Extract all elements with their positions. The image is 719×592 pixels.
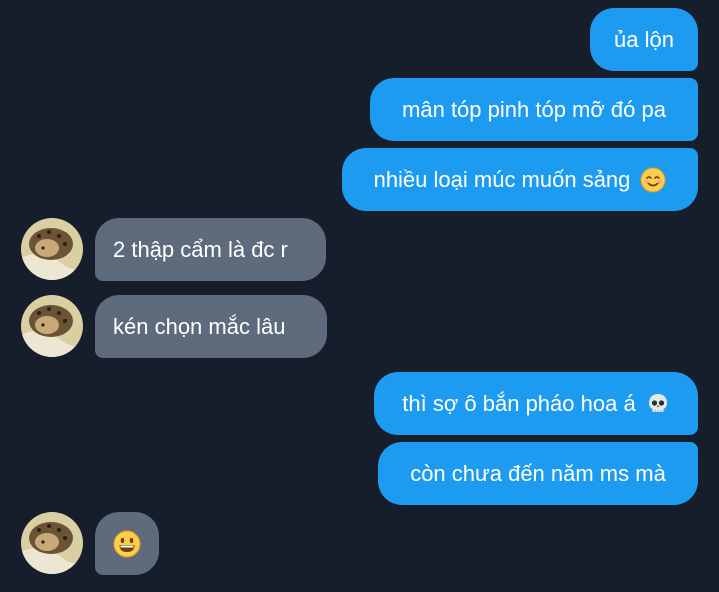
outgoing-message[interactable]: mân tóp pinh tóp mỡ đó pa — [370, 78, 698, 141]
incoming-message[interactable] — [95, 512, 159, 575]
incoming-message[interactable]: kén chọn mắc lâu — [95, 295, 327, 358]
message-text: thì sợ ô bắn pháo hoa á — [402, 390, 636, 416]
incoming-message[interactable]: 2 thập cẩm là đc r — [95, 218, 326, 281]
message-text: mân tóp pinh tóp mỡ đó pa — [402, 96, 666, 122]
avatar[interactable] — [21, 295, 83, 357]
outgoing-message[interactable]: còn chưa đến năm ms mà — [378, 442, 698, 505]
message-text: còn chưa đến năm ms mà — [410, 460, 666, 486]
warm-smile-emoji-icon — [640, 167, 666, 193]
message-text: kén chọn mắc lâu — [113, 313, 286, 339]
outgoing-message[interactable]: ủa lộn — [590, 8, 698, 71]
outgoing-message[interactable]: nhiều loại múc muốn sảng — [342, 148, 698, 211]
message-text: ủa lộn — [614, 26, 674, 52]
avatar[interactable] — [21, 512, 83, 574]
avatar[interactable] — [21, 218, 83, 280]
message-text: nhiều loại múc muốn sảng — [373, 166, 631, 192]
grinning-face-emoji-icon — [113, 530, 141, 558]
skull-emoji-icon — [646, 392, 670, 416]
chat-thread: ủa lộn mân tóp pinh tóp mỡ đó pa nhiều l… — [0, 0, 719, 592]
outgoing-message[interactable]: thì sợ ô bắn pháo hoa á — [374, 372, 698, 435]
message-text: 2 thập cẩm là đc r — [113, 236, 288, 262]
